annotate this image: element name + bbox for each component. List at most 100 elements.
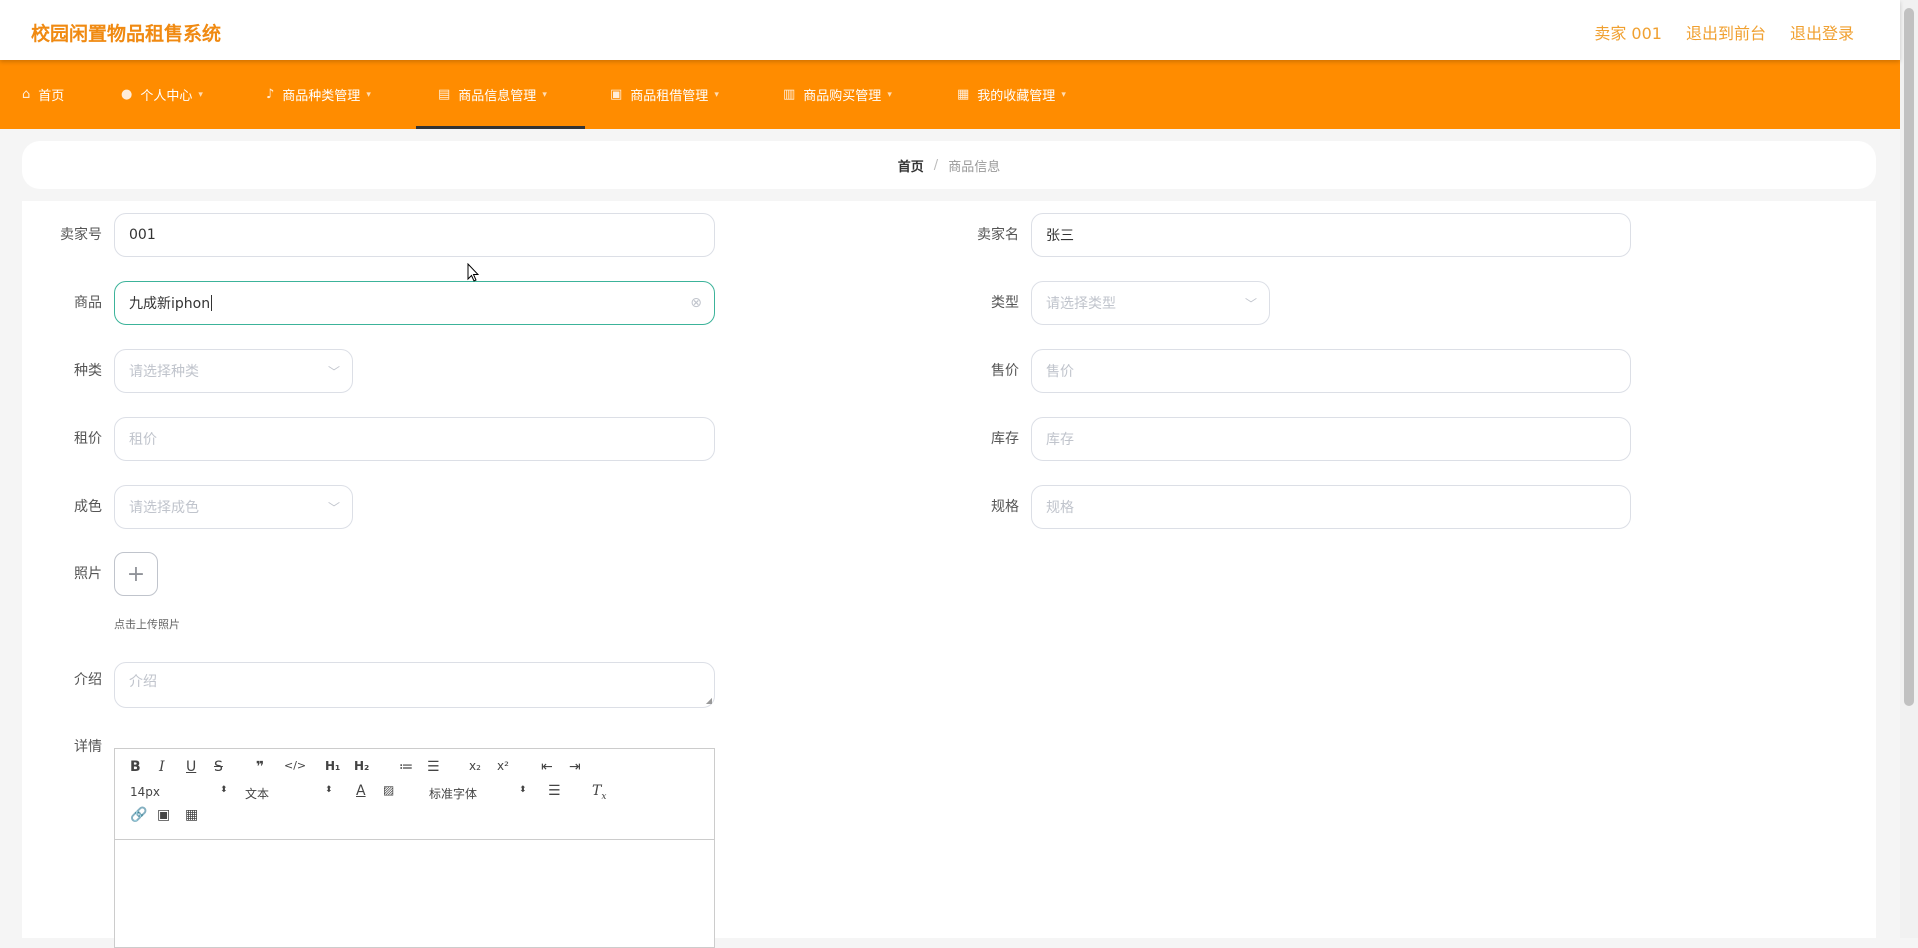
nav-item-favorites-mgmt[interactable]: ▦ 我的收藏管理 ▾ — [957, 60, 1066, 129]
video-icon[interactable]: ▦ — [185, 807, 198, 823]
nav-item-category-mgmt[interactable]: ♪ 商品种类管理 ▾ — [266, 60, 371, 129]
image-icon[interactable]: ▣ — [157, 807, 170, 823]
nav-item-purchase-mgmt[interactable]: ▥ 商品购买管理 ▾ — [783, 60, 892, 129]
nav-item-personal-center[interactable]: ● 个人中心 ▾ — [121, 60, 203, 129]
scrollbar-thumb[interactable] — [1904, 8, 1914, 706]
nav-item-label: 商品租借管理 — [630, 89, 709, 104]
nav-item-rental-mgmt[interactable]: ▣ 商品租借管理 ▾ — [610, 60, 719, 129]
blockquote-icon[interactable]: ❞ — [256, 759, 264, 775]
current-user-link[interactable]: 卖家 001 — [1594, 20, 1662, 44]
background-color-icon[interactable]: ▨ — [383, 783, 394, 797]
breadcrumb-home[interactable]: 首页 — [898, 156, 924, 175]
chevron-down-icon: ﹀ — [1244, 296, 1257, 311]
editor-toolbar: B I U S ❞ </> H₁ H₂ ≔ ☰ x₂ x² ⇤ ⇥ 14px ⬍… — [115, 749, 714, 840]
box-icon: ▣ — [610, 87, 623, 102]
condition-placeholder: 请选择成色 — [129, 500, 199, 516]
main-nav: ⌂ 首页 ● 个人中心 ▾ ♪ 商品种类管理 ▾ ▤ 商品信息管理 ▾ ▣ 商品… — [0, 60, 1900, 129]
sale-price-label: 售价 — [991, 363, 1019, 379]
clear-icon[interactable]: ⊗ — [690, 295, 702, 311]
heading-1-icon[interactable]: H₁ — [325, 759, 340, 773]
nav-item-home[interactable]: ⌂ 首页 — [22, 60, 64, 129]
grid-icon: ▥ — [783, 87, 796, 102]
nav-item-product-info-mgmt[interactable]: ▤ 商品信息管理 ▾ — [416, 60, 585, 129]
breadcrumb-separator: / — [933, 157, 939, 173]
breadcrumb: 首页 / 商品信息 — [22, 141, 1876, 189]
superscript-icon[interactable]: x² — [497, 759, 509, 773]
mic-icon: ♪ — [266, 87, 275, 102]
subscript-icon[interactable]: x₂ — [469, 759, 481, 773]
doc-icon: ▤ — [438, 87, 451, 102]
resize-handle-icon[interactable]: ◢ — [706, 696, 712, 705]
rent-price-placeholder: 租价 — [129, 432, 157, 448]
exit-to-front-link[interactable]: 退出到前台 — [1686, 20, 1766, 44]
rent-price-input[interactable]: 租价 — [114, 417, 715, 461]
photo-upload-button[interactable]: + — [114, 552, 158, 596]
bullet-list-icon[interactable]: ☰ — [427, 759, 440, 775]
stock-label: 库存 — [991, 431, 1019, 447]
seller-name-label: 卖家名 — [977, 227, 1019, 243]
nav-item-label: 商品购买管理 — [803, 89, 882, 104]
font-family-select[interactable]: 标准字体 ⬍ — [429, 785, 527, 802]
intro-placeholder: 介绍 — [129, 674, 157, 690]
condition-label: 成色 — [74, 499, 102, 515]
bold-icon[interactable]: B — [130, 759, 141, 775]
book-icon: ▦ — [957, 87, 970, 102]
chevron-down-icon: ▾ — [542, 89, 547, 100]
ordered-list-icon[interactable]: ≔ — [399, 759, 413, 775]
font-size-value: 14px — [130, 785, 160, 799]
intro-label: 介绍 — [74, 672, 102, 688]
intro-textarea[interactable]: 介绍 ◢ — [114, 662, 715, 708]
heading-2-icon[interactable]: H₂ — [354, 759, 369, 773]
plus-icon: + — [126, 561, 146, 587]
category-select[interactable]: 请选择种类 ﹀ — [114, 349, 353, 393]
clear-format-icon[interactable]: Tx — [592, 783, 606, 802]
block-type-select[interactable]: 文本 ⬍ — [245, 785, 333, 802]
strikethrough-icon[interactable]: S — [214, 759, 223, 775]
underline-icon[interactable]: U — [186, 759, 196, 775]
code-block-icon[interactable]: </> — [284, 759, 306, 772]
rent-price-label: 租价 — [74, 431, 102, 447]
select-arrows-icon: ⬍ — [519, 785, 527, 795]
spec-input[interactable]: 规格 — [1031, 485, 1631, 529]
page-scrollbar[interactable] — [1900, 0, 1918, 938]
chevron-down-icon: ▾ — [714, 89, 719, 100]
chevron-down-icon: ﹀ — [327, 364, 340, 379]
logout-link[interactable]: 退出登录 — [1790, 20, 1854, 44]
mouse-pointer-icon — [467, 263, 479, 282]
breadcrumb-current: 商品信息 — [948, 159, 1001, 175]
select-arrows-icon: ⬍ — [220, 785, 228, 795]
nav-item-label: 商品信息管理 — [458, 89, 537, 104]
align-icon[interactable]: ☰ — [548, 783, 561, 799]
nav-item-label: 个人中心 — [140, 89, 193, 104]
chevron-down-icon: ▾ — [1061, 89, 1066, 100]
chevron-down-icon: ▾ — [366, 89, 371, 100]
select-arrows-icon: ⬍ — [325, 785, 333, 795]
outdent-icon[interactable]: ⇤ — [541, 759, 553, 775]
user-icon: ● — [121, 87, 133, 102]
link-icon[interactable]: 🔗 — [130, 807, 147, 823]
nav-item-label: 我的收藏管理 — [977, 89, 1056, 104]
condition-select[interactable]: 请选择成色 ﹀ — [114, 485, 353, 529]
photo-label: 照片 — [74, 566, 102, 582]
stock-input[interactable]: 库存 — [1031, 417, 1631, 461]
block-type-value: 文本 — [245, 787, 270, 801]
sale-price-placeholder: 售价 — [1046, 364, 1074, 380]
stock-placeholder: 库存 — [1046, 432, 1074, 448]
italic-icon[interactable]: I — [159, 759, 165, 775]
indent-icon[interactable]: ⇥ — [569, 759, 581, 775]
editor-content-area[interactable] — [115, 840, 714, 948]
sale-price-input[interactable]: 售价 — [1031, 349, 1631, 393]
app-title: 校园闲置物品租售系统 — [31, 23, 222, 45]
font-color-icon[interactable]: A — [356, 783, 366, 799]
type-select[interactable]: 请选择类型 ﹀ — [1031, 281, 1270, 325]
seller-id-value: 001 — [129, 227, 156, 243]
nav-item-label: 首页 — [38, 89, 65, 104]
seller-name-field[interactable]: 张三 — [1031, 213, 1631, 257]
seller-id-label: 卖家号 — [60, 227, 102, 243]
details-label: 详情 — [74, 739, 102, 755]
top-links: 卖家 001 退出到前台 退出登录 — [1594, 20, 1854, 44]
product-field[interactable]: 九成新iphon ⊗ — [114, 281, 715, 325]
font-size-select[interactable]: 14px ⬍ — [130, 785, 228, 799]
seller-id-field[interactable]: 001 — [114, 213, 715, 257]
category-label: 种类 — [74, 363, 102, 379]
